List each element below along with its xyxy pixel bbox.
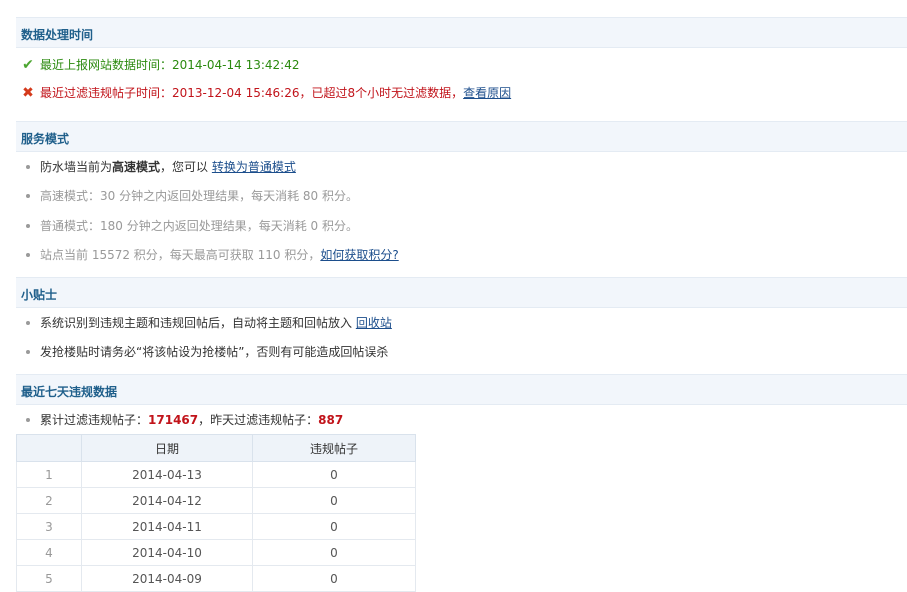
check-icon: ✔ [22,57,34,73]
fast-mode-row: 高速模式：30 分钟之内返回处理结果，每天消耗 80 积分。 [22,187,358,205]
tip2-text: 发抢楼贴时请务必“将该帖设为抢楼帖”，否则有可能造成回帖误杀 [40,345,389,359]
current-mode-value: 高速模式 [112,160,161,174]
section-title: 最近七天违规数据 [21,385,118,399]
page: 数据处理时间 ✔ 最近上报网站数据时间：2014-04-14 13:42:42 ✖… [0,0,907,592]
table-row: 2 2014-04-12 0 [16,487,416,514]
tip-row-2: 发抢楼贴时请务必“将该帖设为抢楼帖”，否则有可能造成回帖误杀 [22,343,388,361]
close-icon: ✖ [22,85,34,101]
row-count: 0 [252,565,416,592]
row-date: 2014-04-10 [81,539,253,566]
current-mode-prefix: 防水墙当前为 [40,160,113,174]
view-reason-link[interactable]: 查看原因 [463,86,511,100]
points-desc: 站点当前 15572 积分，每天最高可获取 110 积分， [40,248,321,262]
bullet-icon [26,252,30,257]
bullet-icon [26,223,30,228]
filter-time-value: 2013-12-04 15:46:26 [172,86,300,100]
row-date: 2014-04-09 [81,565,253,592]
normal-mode-desc: 普通模式：180 分钟之内返回处理结果，每天消耗 0 积分。 [40,219,358,233]
section-header-recent-data: 最近七天违规数据 [16,374,907,405]
report-time-value: 2014-04-14 13:42:42 [172,58,300,72]
yesterday-value: 887 [318,413,344,427]
report-time-row: ✔ 最近上报网站数据时间：2014-04-14 13:42:42 [20,56,299,74]
row-date: 2014-04-11 [81,513,253,540]
filter-time-label: 最近过滤违规帖子时间： [40,86,173,100]
tip-row-1: 系统识别到违规主题和违规回帖后，自动将主题和回帖放入 回收站 [22,314,392,332]
table-header-row: 日期 违规帖子 [16,434,416,462]
section-header-service-mode: 服务模式 [16,121,907,152]
section-header-processing-time: 数据处理时间 [16,17,907,48]
fast-mode-desc: 高速模式：30 分钟之内返回处理结果，每天消耗 80 积分。 [40,189,358,203]
column-header-index [16,434,82,462]
switch-mode-link[interactable]: 转换为普通模式 [212,160,296,174]
tip1-text: 系统识别到违规主题和违规回帖后，自动将主题和回帖放入 [40,316,353,330]
table-row: 1 2014-04-13 0 [16,461,416,488]
bullet-icon [26,164,30,169]
bullet-icon [26,417,30,422]
row-index: 4 [16,539,82,566]
normal-mode-row: 普通模式：180 分钟之内返回处理结果，每天消耗 0 积分。 [22,217,358,235]
bullet-icon [26,193,30,198]
points-row: 站点当前 15572 积分，每天最高可获取 110 积分，如何获取积分? [22,246,399,264]
table-row: 4 2014-04-10 0 [16,539,416,566]
row-count: 0 [252,461,416,488]
row-count: 0 [252,513,416,540]
table-row: 3 2014-04-11 0 [16,513,416,540]
section-header-tips: 小贴士 [16,277,907,308]
how-to-get-points-link[interactable]: 如何获取积分? [320,248,398,262]
column-header-count: 违规帖子 [252,434,416,462]
totals-row: 累计过滤违规帖子：171467，昨天过滤违规帖子：887 [22,411,343,429]
section-title: 服务模式 [21,132,70,146]
violation-table: 日期 违规帖子 1 2014-04-13 0 2 2014-04-12 0 3 … [16,434,416,592]
row-index: 3 [16,513,82,540]
bullet-icon [26,349,30,354]
column-header-date: 日期 [81,434,253,462]
table-row: 5 2014-04-09 0 [16,565,416,592]
section-title: 小贴士 [21,288,58,302]
total-value: 171467 [148,413,199,427]
total-label: 累计过滤违规帖子： [40,413,149,427]
row-index: 2 [16,487,82,514]
row-index: 5 [16,565,82,592]
row-index: 1 [16,461,82,488]
filter-time-row: ✖ 最近过滤违规帖子时间：2013-12-04 15:46:26，已超过8个小时无… [20,84,511,102]
current-mode-mid: ，您可以 [160,160,209,174]
filter-warning: ，已超过8个小时无过滤数据， [299,86,464,100]
row-count: 0 [252,539,416,566]
row-date: 2014-04-13 [81,461,253,488]
yesterday-label: ，昨天过滤违规帖子： [198,413,319,427]
recycle-bin-link[interactable]: 回收站 [356,316,392,330]
row-date: 2014-04-12 [81,487,253,514]
section-title: 数据处理时间 [21,28,94,42]
bullet-icon [26,320,30,325]
current-mode-row: 防水墙当前为高速模式，您可以 转换为普通模式 [22,158,296,176]
row-count: 0 [252,487,416,514]
report-time-label: 最近上报网站数据时间： [40,58,173,72]
